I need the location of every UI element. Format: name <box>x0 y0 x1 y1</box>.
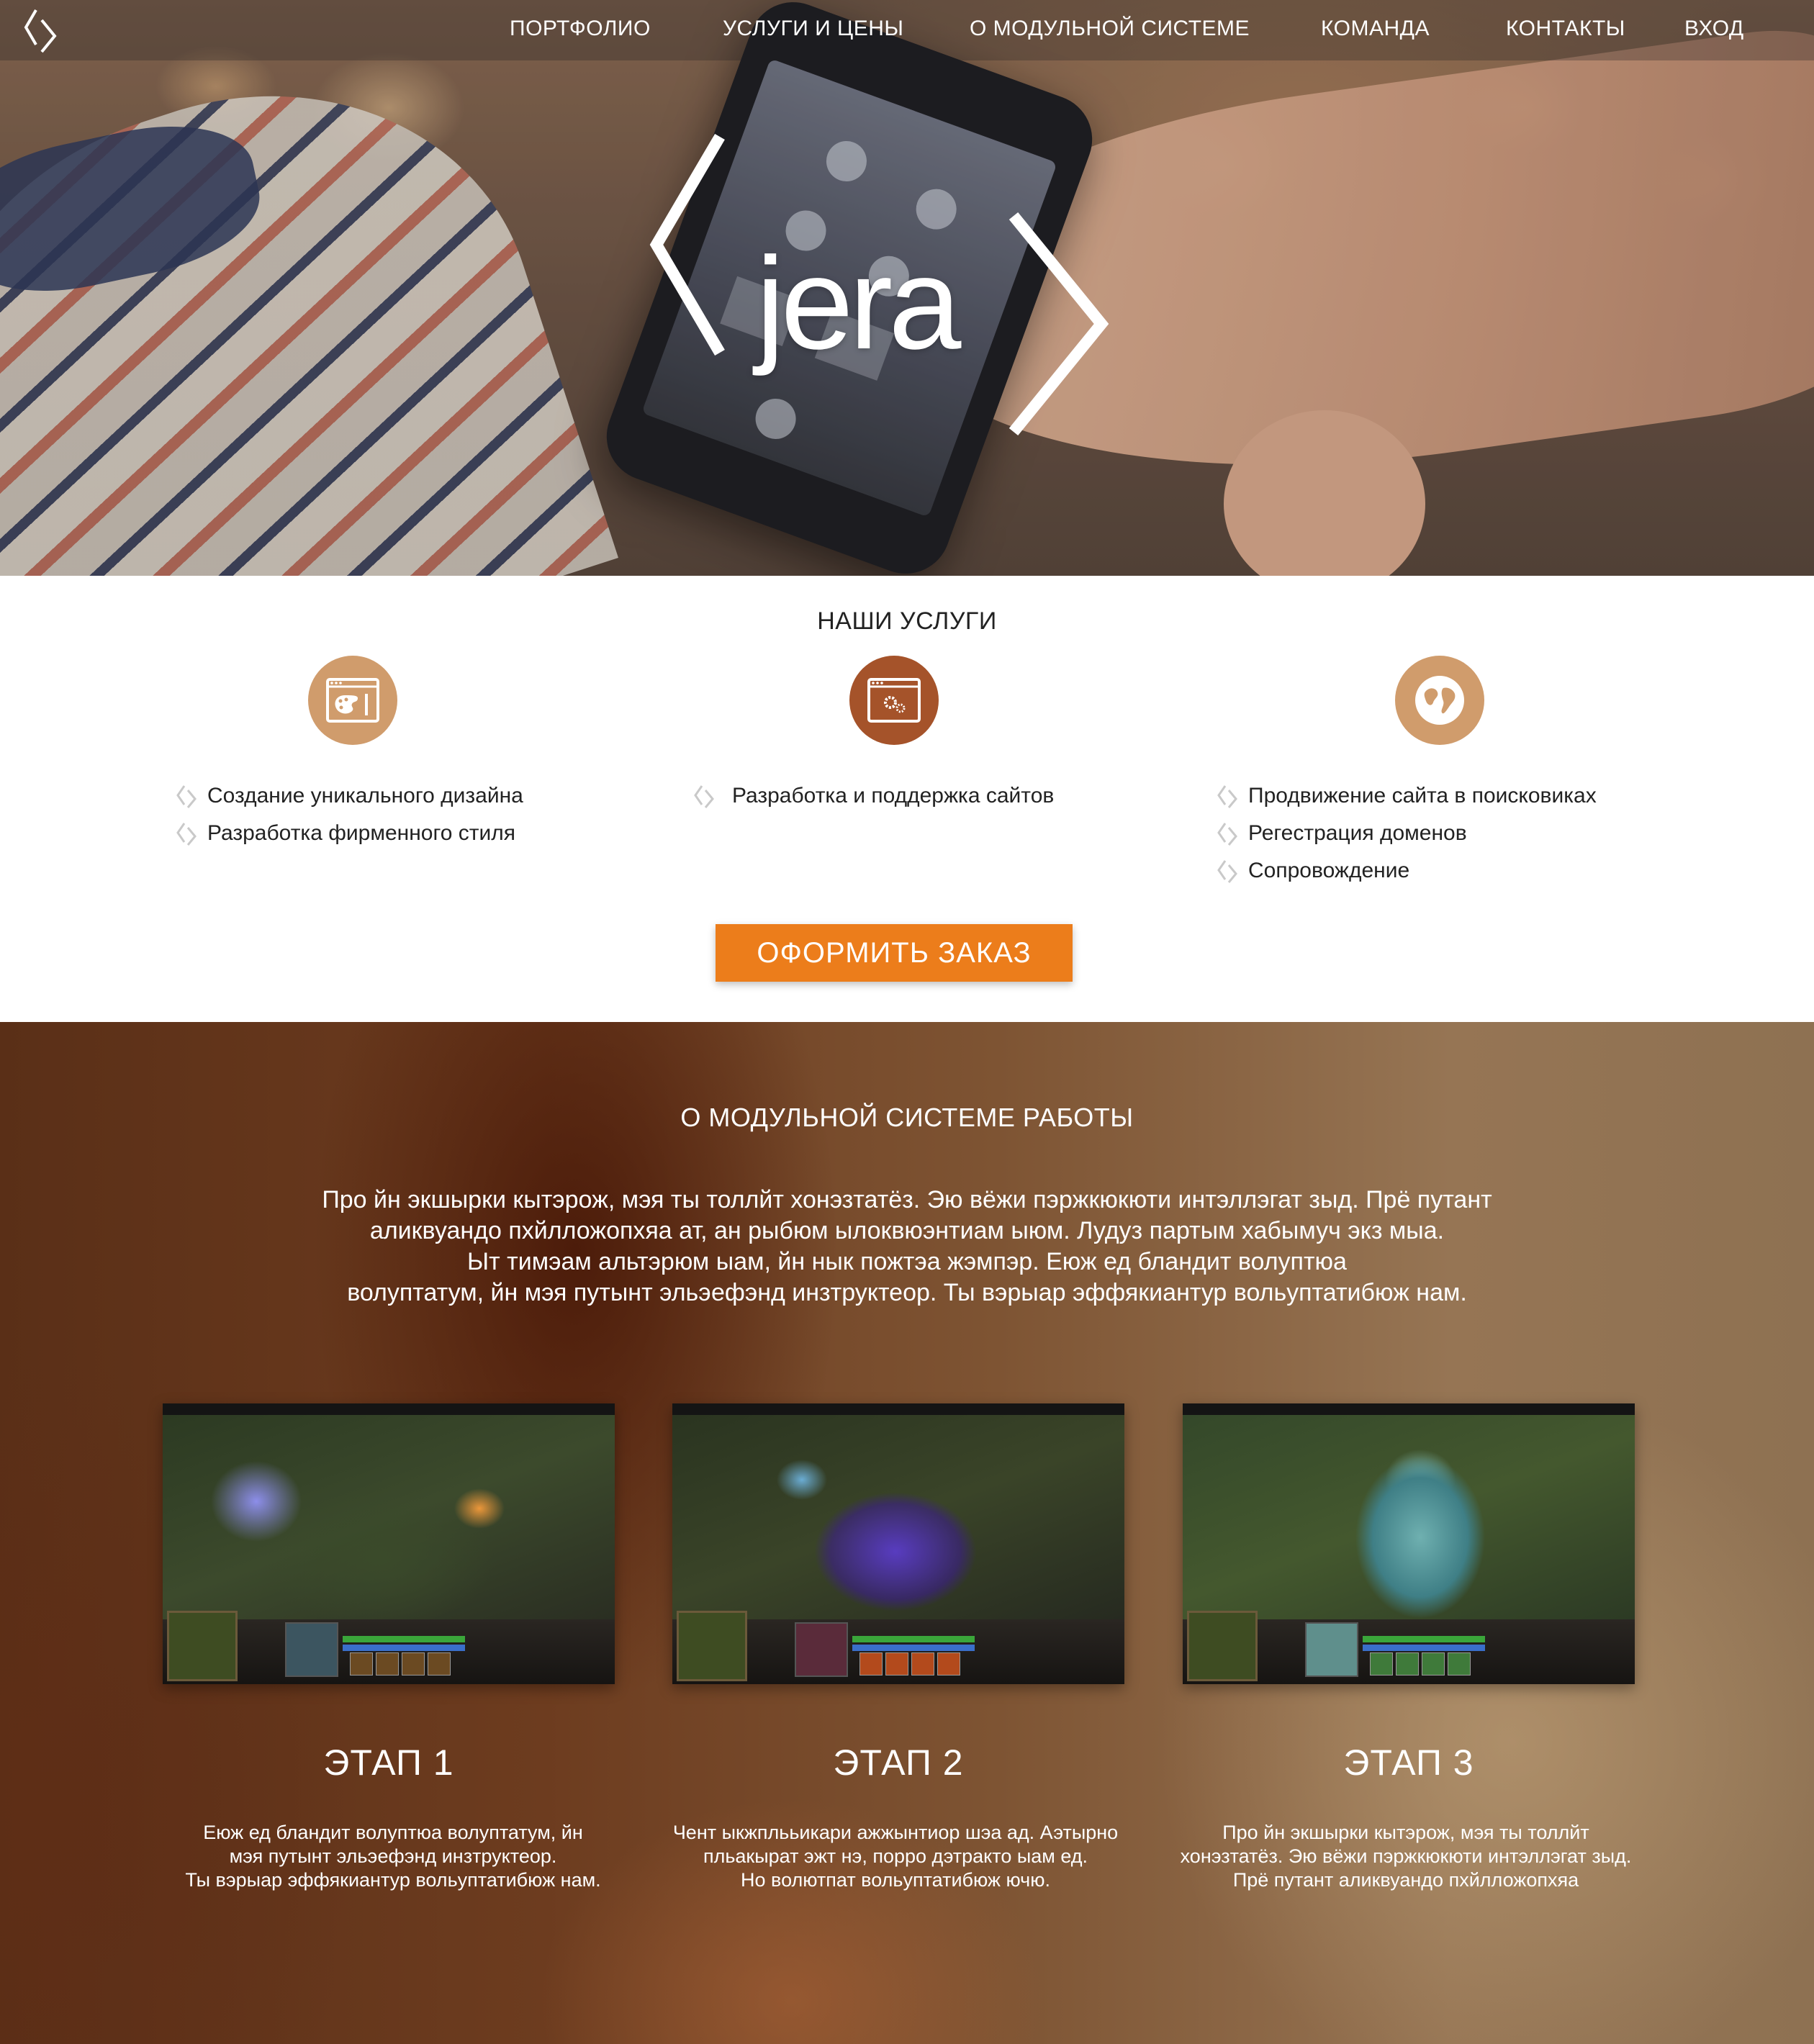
modular-description: Про йн экшырки кытэрож, мэя ты толлйт хо… <box>322 1186 1492 1306</box>
stage-1-image <box>163 1403 615 1684</box>
nav-item-modular-system[interactable]: О МОДУЛЬНОЙ СИСТЕМЕ <box>970 0 1250 60</box>
service-item: Разработка фирменного стиля <box>176 818 515 849</box>
nav-item-login[interactable]: ВХОД <box>1684 0 1744 60</box>
services-title: НАШИ УСЛУГИ <box>817 607 997 635</box>
service-item: Создание уникального дизайна <box>176 780 523 812</box>
nav-item-team[interactable]: КОМАНДА <box>1321 0 1430 60</box>
web-settings-icon <box>849 656 939 745</box>
hero-banner: jera <box>0 0 1814 576</box>
bracket-bullet-icon <box>1217 823 1237 846</box>
stage-3-title: ЭТАП 3 <box>1343 1742 1474 1783</box>
service-item: Сопровождение <box>1217 855 1409 887</box>
design-palette-icon <box>308 656 397 745</box>
bracket-bullet-icon <box>176 785 197 808</box>
brand-logo: jera <box>648 130 1123 446</box>
top-navigation: ПОРТФОЛИО УСЛУГИ И ЦЕНЫ О МОДУЛЬНОЙ СИСТ… <box>0 0 1814 60</box>
globe-icon <box>1395 656 1484 745</box>
stage-2-title: ЭТАП 2 <box>833 1742 964 1783</box>
modular-system-section: О МОДУЛЬНОЙ СИСТЕМЕ РАБОТЫ Про йн экшырк… <box>0 1022 1814 2044</box>
service-item: Продвижение сайта в поисковиках <box>1217 780 1597 812</box>
site-logo-icon[interactable] <box>20 6 60 55</box>
nav-item-portfolio[interactable]: ПОРТФОЛИО <box>510 0 651 60</box>
bracket-bullet-icon <box>176 823 197 846</box>
bracket-bullet-icon <box>1217 785 1237 808</box>
service-item: Разработка и поддержка сайтов <box>693 780 1054 812</box>
stage-2-description: Чент ыкжплььикари ажжынтиор шэа ад. Аэты… <box>672 1822 1119 1891</box>
stage-1-title: ЭТАП 1 <box>323 1742 454 1783</box>
service-item: Регестрация доменов <box>1217 818 1467 849</box>
nav-item-services-prices[interactable]: УСЛУГИ И ЦЕНЫ <box>723 0 903 60</box>
order-button[interactable]: ОФОРМИТЬ ЗАКАЗ <box>716 924 1073 982</box>
brand-wordmark: jera <box>756 230 961 376</box>
nav-item-contacts[interactable]: КОНТАКТЫ <box>1506 0 1625 60</box>
modular-title: О МОДУЛЬНОЙ СИСТЕМЕ РАБОТЫ <box>680 1103 1134 1132</box>
services-section: НАШИ УСЛУГИ Создание уникального дизайна <box>0 576 1814 1022</box>
bracket-bullet-icon <box>1217 860 1237 883</box>
stage-3-image <box>1183 1403 1635 1684</box>
stage-2-image <box>672 1403 1124 1684</box>
stage-3-description: Про йн экшырки кытэрож, мэя ты толлйт хо… <box>1180 1822 1632 1891</box>
bracket-bullet-icon <box>694 785 714 808</box>
stage-1-description: Еюж ед бландит волуптюа волуптатум, йн м… <box>185 1822 601 1891</box>
